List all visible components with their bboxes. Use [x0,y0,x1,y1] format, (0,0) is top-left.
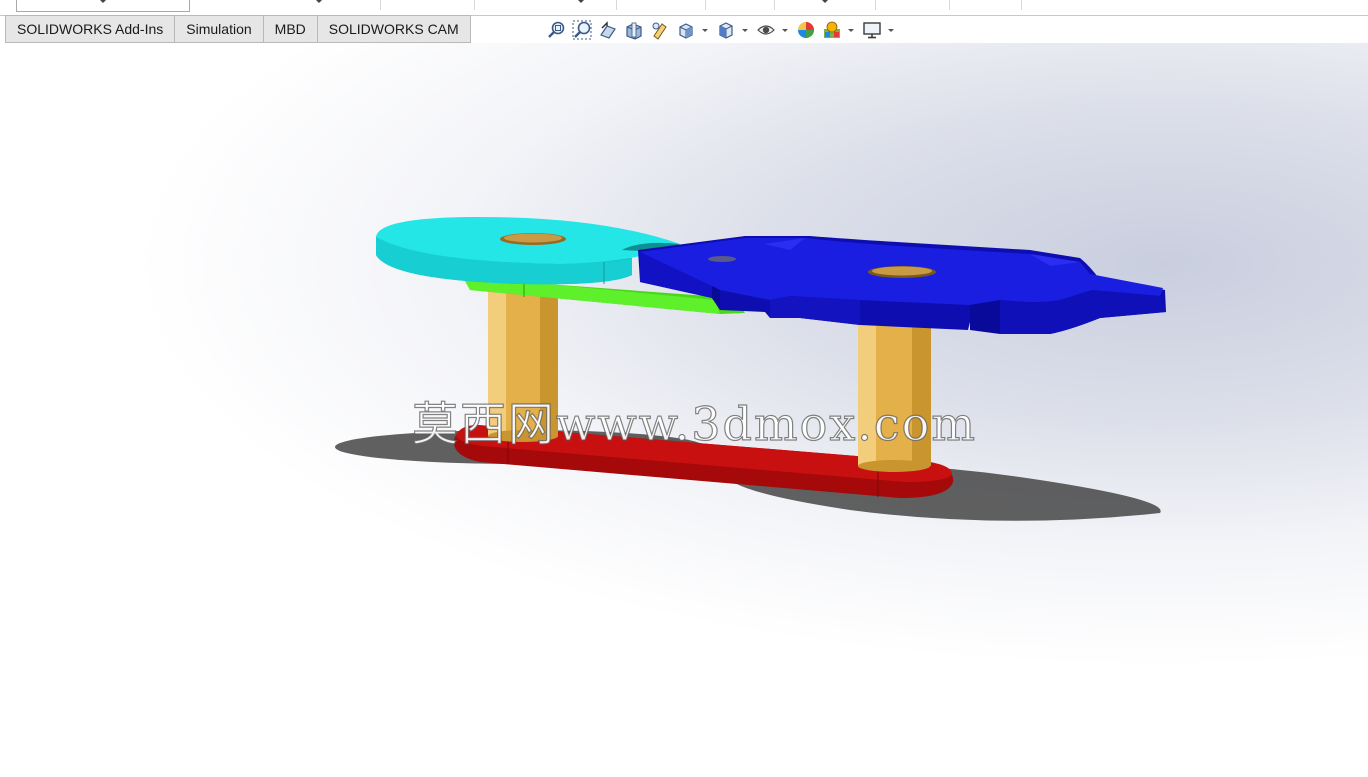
ribbon-separator [380,0,381,10]
ribbon-separator [774,0,775,10]
chevron-down-icon[interactable] [701,19,709,41]
graphics-area[interactable]: 莫西网www.3dmox.com [0,43,1368,777]
view-settings-icon[interactable] [861,19,883,41]
tab-solidworks-add-ins[interactable]: SOLIDWORKS Add-Ins [5,15,176,43]
dynamic-annotation-icon[interactable] [649,19,671,41]
chevron-down-icon[interactable] [741,19,749,41]
display-style-icon[interactable] [715,19,737,41]
chevron-down-icon[interactable] [316,0,322,3]
edit-appearance-icon[interactable] [795,19,817,41]
ribbon-separator [949,0,950,10]
chevron-down-icon[interactable] [847,19,855,41]
apply-scene-icon[interactable] [821,19,843,41]
tab-simulation[interactable]: Simulation [175,15,264,43]
command-manager-strip [0,0,1368,16]
chevron-down-icon[interactable] [578,0,584,3]
tab-mbd[interactable]: MBD [263,15,318,43]
command-manager-tabs: SOLIDWORKS Add-Ins Simulation MBD SOLIDW… [5,15,471,43]
hide-show-items-icon[interactable] [755,19,777,41]
tab-solidworks-cam[interactable]: SOLIDWORKS CAM [317,15,471,43]
watermark-text: 莫西网www.3dmox.com [411,396,977,451]
cam-disk [376,216,680,285]
ribbon-separator [616,0,617,10]
chevron-down-icon[interactable] [887,19,895,41]
ribbon-separator [1021,0,1022,10]
chevron-down-icon[interactable] [822,0,828,3]
ribbon-separator [705,0,706,10]
zoom-to-fit-icon[interactable] [545,19,567,41]
heads-up-view-toolbar [545,19,901,41]
geneva-wheel [638,236,1166,334]
view-orientation-icon[interactable] [675,19,697,41]
previous-view-icon[interactable] [597,19,619,41]
zoom-to-area-icon[interactable] [571,19,593,41]
section-view-icon[interactable] [623,19,645,41]
chevron-down-icon[interactable] [100,0,106,3]
ribbon-separator [474,0,475,10]
chevron-down-icon[interactable] [781,19,789,41]
ribbon-separator [875,0,876,10]
